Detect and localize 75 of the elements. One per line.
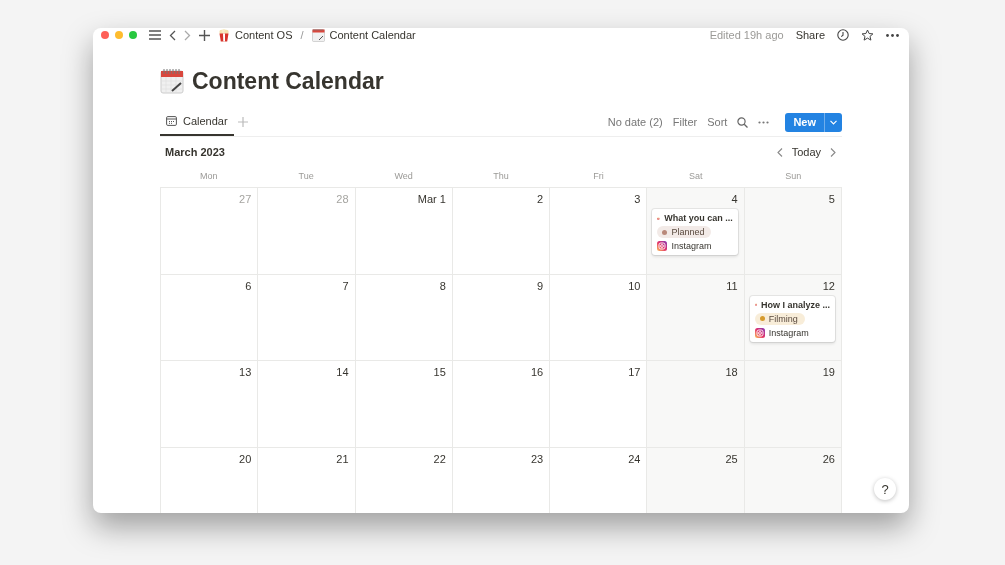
breadcrumb-link[interactable]: Content Calendar — [329, 29, 416, 41]
day-number: 8 — [439, 279, 446, 292]
page-title: Content Calendar — [192, 67, 384, 95]
menu-icon[interactable] — [149, 30, 161, 40]
zoom-dot[interactable] — [129, 31, 137, 39]
day-number: 3 — [634, 193, 641, 205]
day-number: 6 — [245, 279, 252, 292]
new-button[interactable]: New — [785, 112, 842, 132]
day-number: 7 — [342, 279, 349, 292]
filter-button[interactable]: Filter — [672, 116, 698, 128]
platform-label: Instagram — [768, 327, 809, 338]
day-number: 5 — [828, 193, 835, 205]
sort-button[interactable]: Sort — [707, 116, 728, 128]
back-icon[interactable] — [169, 29, 176, 41]
day-number: 2 — [537, 193, 544, 205]
edited-time: Edited 19h ago — [709, 29, 784, 41]
day-number: 26 — [822, 452, 835, 465]
chevron-down-icon[interactable] — [830, 119, 837, 125]
day-number: 11 — [726, 279, 738, 292]
weekday-label: Fri — [593, 170, 604, 181]
calendar-icon — [311, 28, 325, 42]
help-button[interactable]: ? — [874, 478, 896, 500]
day-number: 21 — [336, 452, 349, 465]
close-dot[interactable] — [101, 31, 109, 39]
event-card[interactable]: How I analyze ... Filming Instagram — [749, 295, 835, 342]
weekday-label: Mon — [199, 170, 218, 181]
today-button[interactable]: Today — [791, 146, 821, 158]
next-icon[interactable] — [830, 147, 836, 157]
month-label: March 2023 — [164, 146, 225, 158]
day-number: 17 — [628, 366, 641, 378]
star-icon[interactable] — [861, 28, 874, 42]
day-number: 15 — [433, 366, 446, 378]
more-icon[interactable] — [758, 120, 770, 124]
day-number: 4 — [731, 193, 738, 205]
view-tab[interactable]: Calendar — [160, 108, 234, 136]
weekday-label: Sun — [785, 170, 802, 181]
event-card[interactable]: What you can ... Planned Instagram — [652, 209, 738, 255]
day-number: 19 — [822, 366, 835, 378]
weekday-label: Tue — [298, 170, 314, 181]
day-number: 25 — [725, 452, 738, 465]
event-title: How I analyze ... — [760, 299, 830, 310]
minimize-dot[interactable] — [115, 31, 123, 39]
day-number: 9 — [537, 279, 544, 292]
event-title: What you can ... — [664, 213, 733, 223]
breadcrumb-link[interactable]: Content OS — [235, 29, 293, 41]
plus-icon[interactable] — [199, 29, 210, 41]
day-number: 13 — [239, 366, 252, 378]
day-number: 10 — [628, 279, 641, 292]
day-number: 12 — [822, 279, 835, 292]
camera-app-icon — [657, 241, 668, 251]
day-number: 20 — [239, 452, 252, 465]
share-button[interactable]: Share — [795, 29, 825, 41]
platform-label: Instagram — [671, 241, 712, 251]
search-icon[interactable] — [737, 116, 749, 128]
breadcrumb-separator: / — [300, 29, 304, 41]
clock-icon[interactable] — [837, 29, 849, 41]
weekday-label: Sat — [689, 170, 703, 181]
day-number: 18 — [725, 366, 738, 378]
day-number: 22 — [433, 452, 446, 465]
day-number: 24 — [628, 452, 641, 465]
day-number: Mar 1 — [417, 193, 446, 205]
day-number: 16 — [530, 366, 544, 378]
weekday-label: Wed — [394, 170, 413, 181]
no-date-button[interactable]: No date (2) — [607, 116, 663, 128]
previous-icon[interactable] — [776, 147, 783, 157]
day-number: 27 — [239, 193, 252, 205]
more-icon[interactable] — [886, 33, 899, 37]
weekday-label: Thu — [493, 170, 509, 181]
day-number: 14 — [336, 366, 349, 378]
day-number: 23 — [530, 452, 544, 465]
camera-app-icon — [754, 327, 765, 338]
calendar-icon — [160, 68, 184, 94]
calendar-icon — [166, 116, 177, 126]
forward-icon[interactable] — [184, 29, 191, 41]
day-number: 28 — [336, 193, 349, 205]
